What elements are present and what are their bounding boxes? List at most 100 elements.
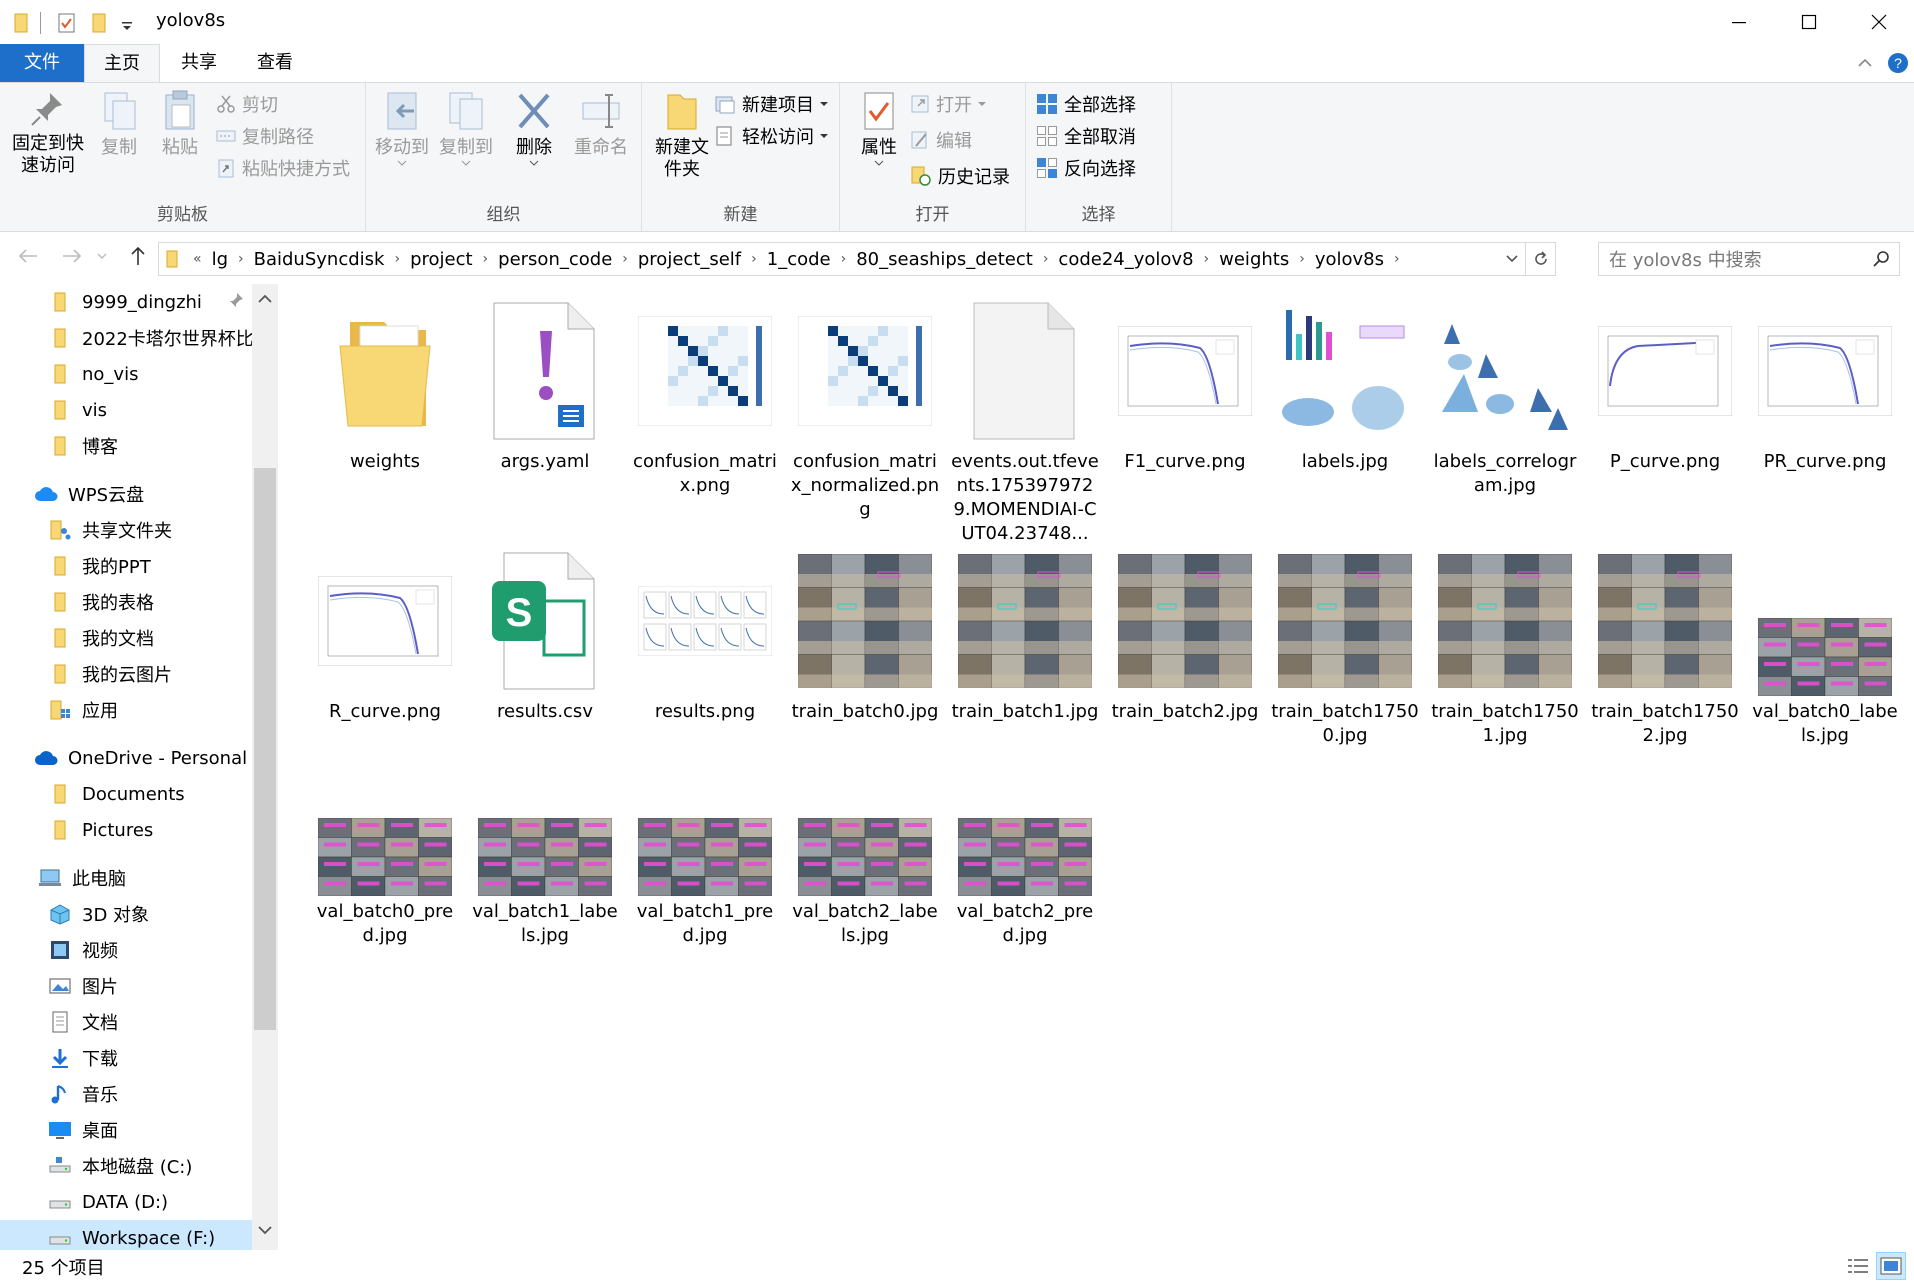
- sidebar-item[interactable]: 桌面: [0, 1112, 252, 1148]
- close-button[interactable]: [1844, 0, 1914, 44]
- sidebar-item[interactable]: 下载: [0, 1040, 252, 1076]
- file-item[interactable]: confusion_matrix_normalized.png: [790, 296, 940, 520]
- file-item[interactable]: P_curve.png: [1590, 296, 1740, 516]
- breadcrumb-chevron-icon[interactable]: ›: [1043, 251, 1049, 267]
- breadcrumb-chevron-icon[interactable]: ›: [394, 251, 400, 267]
- history-button[interactable]: 历史记录: [910, 163, 1010, 189]
- breadcrumb-item[interactable]: person_code: [498, 249, 612, 270]
- sidebar-item[interactable]: Documents: [0, 776, 252, 812]
- file-item[interactable]: train_batch1.jpg: [950, 546, 1100, 766]
- sidebar-item[interactable]: 我的PPT: [0, 548, 252, 584]
- new-item-button[interactable]: 新建项目: [714, 91, 836, 117]
- file-item[interactable]: confusion_matrix.png: [630, 296, 780, 516]
- select-all-button[interactable]: 全部选择: [1036, 91, 1136, 117]
- sidebar-item[interactable]: Pictures: [0, 812, 252, 848]
- recent-locations-button[interactable]: [94, 242, 110, 270]
- sidebar-item[interactable]: 音乐: [0, 1076, 252, 1112]
- forward-button[interactable]: [58, 242, 86, 270]
- sidebar-item[interactable]: 共享文件夹: [0, 512, 252, 548]
- breadcrumb-chevron-icon[interactable]: ›: [1394, 251, 1400, 267]
- sidebar-item[interactable]: 文档: [0, 1004, 252, 1040]
- file-item[interactable]: events.out.tfevents.1753979729.MOMENDIAI…: [950, 296, 1100, 544]
- back-button[interactable]: [14, 242, 42, 270]
- properties-icon[interactable]: [56, 10, 78, 36]
- file-item[interactable]: train_batch2.jpg: [1110, 546, 1260, 766]
- breadcrumb-chevron-icon[interactable]: ›: [622, 251, 628, 267]
- breadcrumb-chevron-icon[interactable]: ›: [841, 251, 847, 267]
- scroll-up-icon[interactable]: [256, 290, 274, 311]
- sidebar-item[interactable]: 视频: [0, 932, 252, 968]
- breadcrumb-item[interactable]: lg: [212, 249, 228, 270]
- sidebar-item[interactable]: 博客: [0, 428, 252, 464]
- scrollbar-thumb[interactable]: [254, 468, 276, 1030]
- file-item[interactable]: val_batch1_pred.jpg: [630, 746, 780, 966]
- sidebar-item[interactable]: Workspace (F:): [0, 1220, 252, 1250]
- copy-path-button[interactable]: 复制路径: [216, 123, 314, 149]
- overflow-chevron[interactable]: «: [193, 251, 202, 267]
- new-folder-icon[interactable]: [90, 10, 112, 36]
- minimize-button[interactable]: [1704, 0, 1774, 44]
- file-item[interactable]: labels.jpg: [1270, 296, 1420, 516]
- rename-button[interactable]: 重命名: [566, 89, 636, 159]
- invert-selection-button[interactable]: 反向选择: [1036, 155, 1136, 181]
- breadcrumb-item[interactable]: project_self: [638, 249, 741, 270]
- breadcrumb-item[interactable]: code24_yolov8: [1058, 249, 1193, 270]
- sidebar-item[interactable]: 9999_dingzhi: [0, 284, 252, 320]
- file-item[interactable]: weights: [310, 296, 460, 516]
- file-item[interactable]: R_curve.png: [310, 546, 460, 766]
- breadcrumb-chevron-icon[interactable]: ›: [1204, 251, 1210, 267]
- address-bar[interactable]: « lg › BaiduSyncdisk › project › person_code › p…: [158, 242, 1556, 276]
- breadcrumb-chevron-icon[interactable]: ›: [751, 251, 757, 267]
- file-item[interactable]: results.png: [630, 546, 780, 766]
- help-icon[interactable]: ?: [1886, 50, 1910, 76]
- scroll-down-icon[interactable]: [256, 1221, 274, 1242]
- large-icons-view-icon[interactable]: [1876, 1252, 1906, 1280]
- open-button[interactable]: 打开: [910, 91, 994, 117]
- maximize-button[interactable]: [1774, 0, 1844, 44]
- file-item[interactable]: train_batch17501.jpg: [1430, 546, 1580, 766]
- easy-access-button[interactable]: 轻松访问: [714, 123, 836, 149]
- tab-home[interactable]: 主页: [84, 44, 160, 82]
- select-none-button[interactable]: 全部取消: [1036, 123, 1136, 149]
- file-item[interactable]: PR_curve.png: [1750, 296, 1900, 516]
- sidebar-item[interactable]: DATA (D:): [0, 1184, 252, 1220]
- edit-button[interactable]: 编辑: [910, 127, 972, 153]
- breadcrumb-item[interactable]: project: [410, 249, 472, 270]
- collapse-ribbon-icon[interactable]: [1856, 50, 1874, 76]
- breadcrumb-chevron-icon[interactable]: ›: [483, 251, 489, 267]
- breadcrumb-chevron-icon[interactable]: ›: [1299, 251, 1305, 267]
- sidebar-item[interactable]: 本地磁盘 (C:): [0, 1148, 252, 1184]
- file-item[interactable]: Sresults.csv: [470, 546, 620, 766]
- up-button[interactable]: [124, 242, 152, 270]
- breadcrumb-chevron-icon[interactable]: ›: [238, 251, 244, 267]
- file-item[interactable]: train_batch0.jpg: [790, 546, 940, 766]
- sidebar-item[interactable]: 我的文档: [0, 620, 252, 656]
- sidebar-item[interactable]: vis: [0, 392, 252, 428]
- sidebar-item[interactable]: 我的云图片: [0, 656, 252, 692]
- refresh-icon[interactable]: [1525, 243, 1555, 275]
- copy-to-button[interactable]: 复制到: [434, 89, 498, 171]
- new-folder-button[interactable]: 新建文件夹: [648, 89, 716, 181]
- search-input[interactable]: 在 yolov8s 中搜索: [1598, 242, 1900, 276]
- file-item[interactable]: labels_correlogram.jpg: [1430, 296, 1580, 516]
- sidebar-item[interactable]: 3D 对象: [0, 896, 252, 932]
- sidebar-item[interactable]: no_vis: [0, 356, 252, 392]
- file-item[interactable]: args.yaml: [470, 296, 620, 516]
- sidebar-scrollbar[interactable]: [252, 284, 278, 1250]
- paste-button[interactable]: 粘贴: [154, 89, 206, 159]
- pin-icon[interactable]: [228, 292, 244, 315]
- file-item[interactable]: val_batch2_pred.jpg: [950, 746, 1100, 966]
- sidebar-item[interactable]: WPS云盘: [0, 476, 252, 512]
- copy-button[interactable]: 复制: [94, 89, 144, 159]
- delete-button[interactable]: 删除: [506, 89, 562, 171]
- address-dropdown-icon[interactable]: [1499, 254, 1525, 264]
- sidebar-item[interactable]: 应用: [0, 692, 252, 728]
- tab-file[interactable]: 文件: [0, 44, 84, 82]
- file-item[interactable]: F1_curve.png: [1110, 296, 1260, 516]
- pin-quick-access-button[interactable]: 固定到快速访问: [8, 89, 88, 177]
- breadcrumb-item[interactable]: yolov8s: [1315, 249, 1384, 270]
- breadcrumb-item[interactable]: 80_seaships_detect: [856, 249, 1033, 270]
- search-icon[interactable]: [1865, 250, 1899, 268]
- breadcrumb-item[interactable]: BaiduSyncdisk: [254, 249, 385, 270]
- breadcrumb-item[interactable]: 1_code: [767, 249, 831, 270]
